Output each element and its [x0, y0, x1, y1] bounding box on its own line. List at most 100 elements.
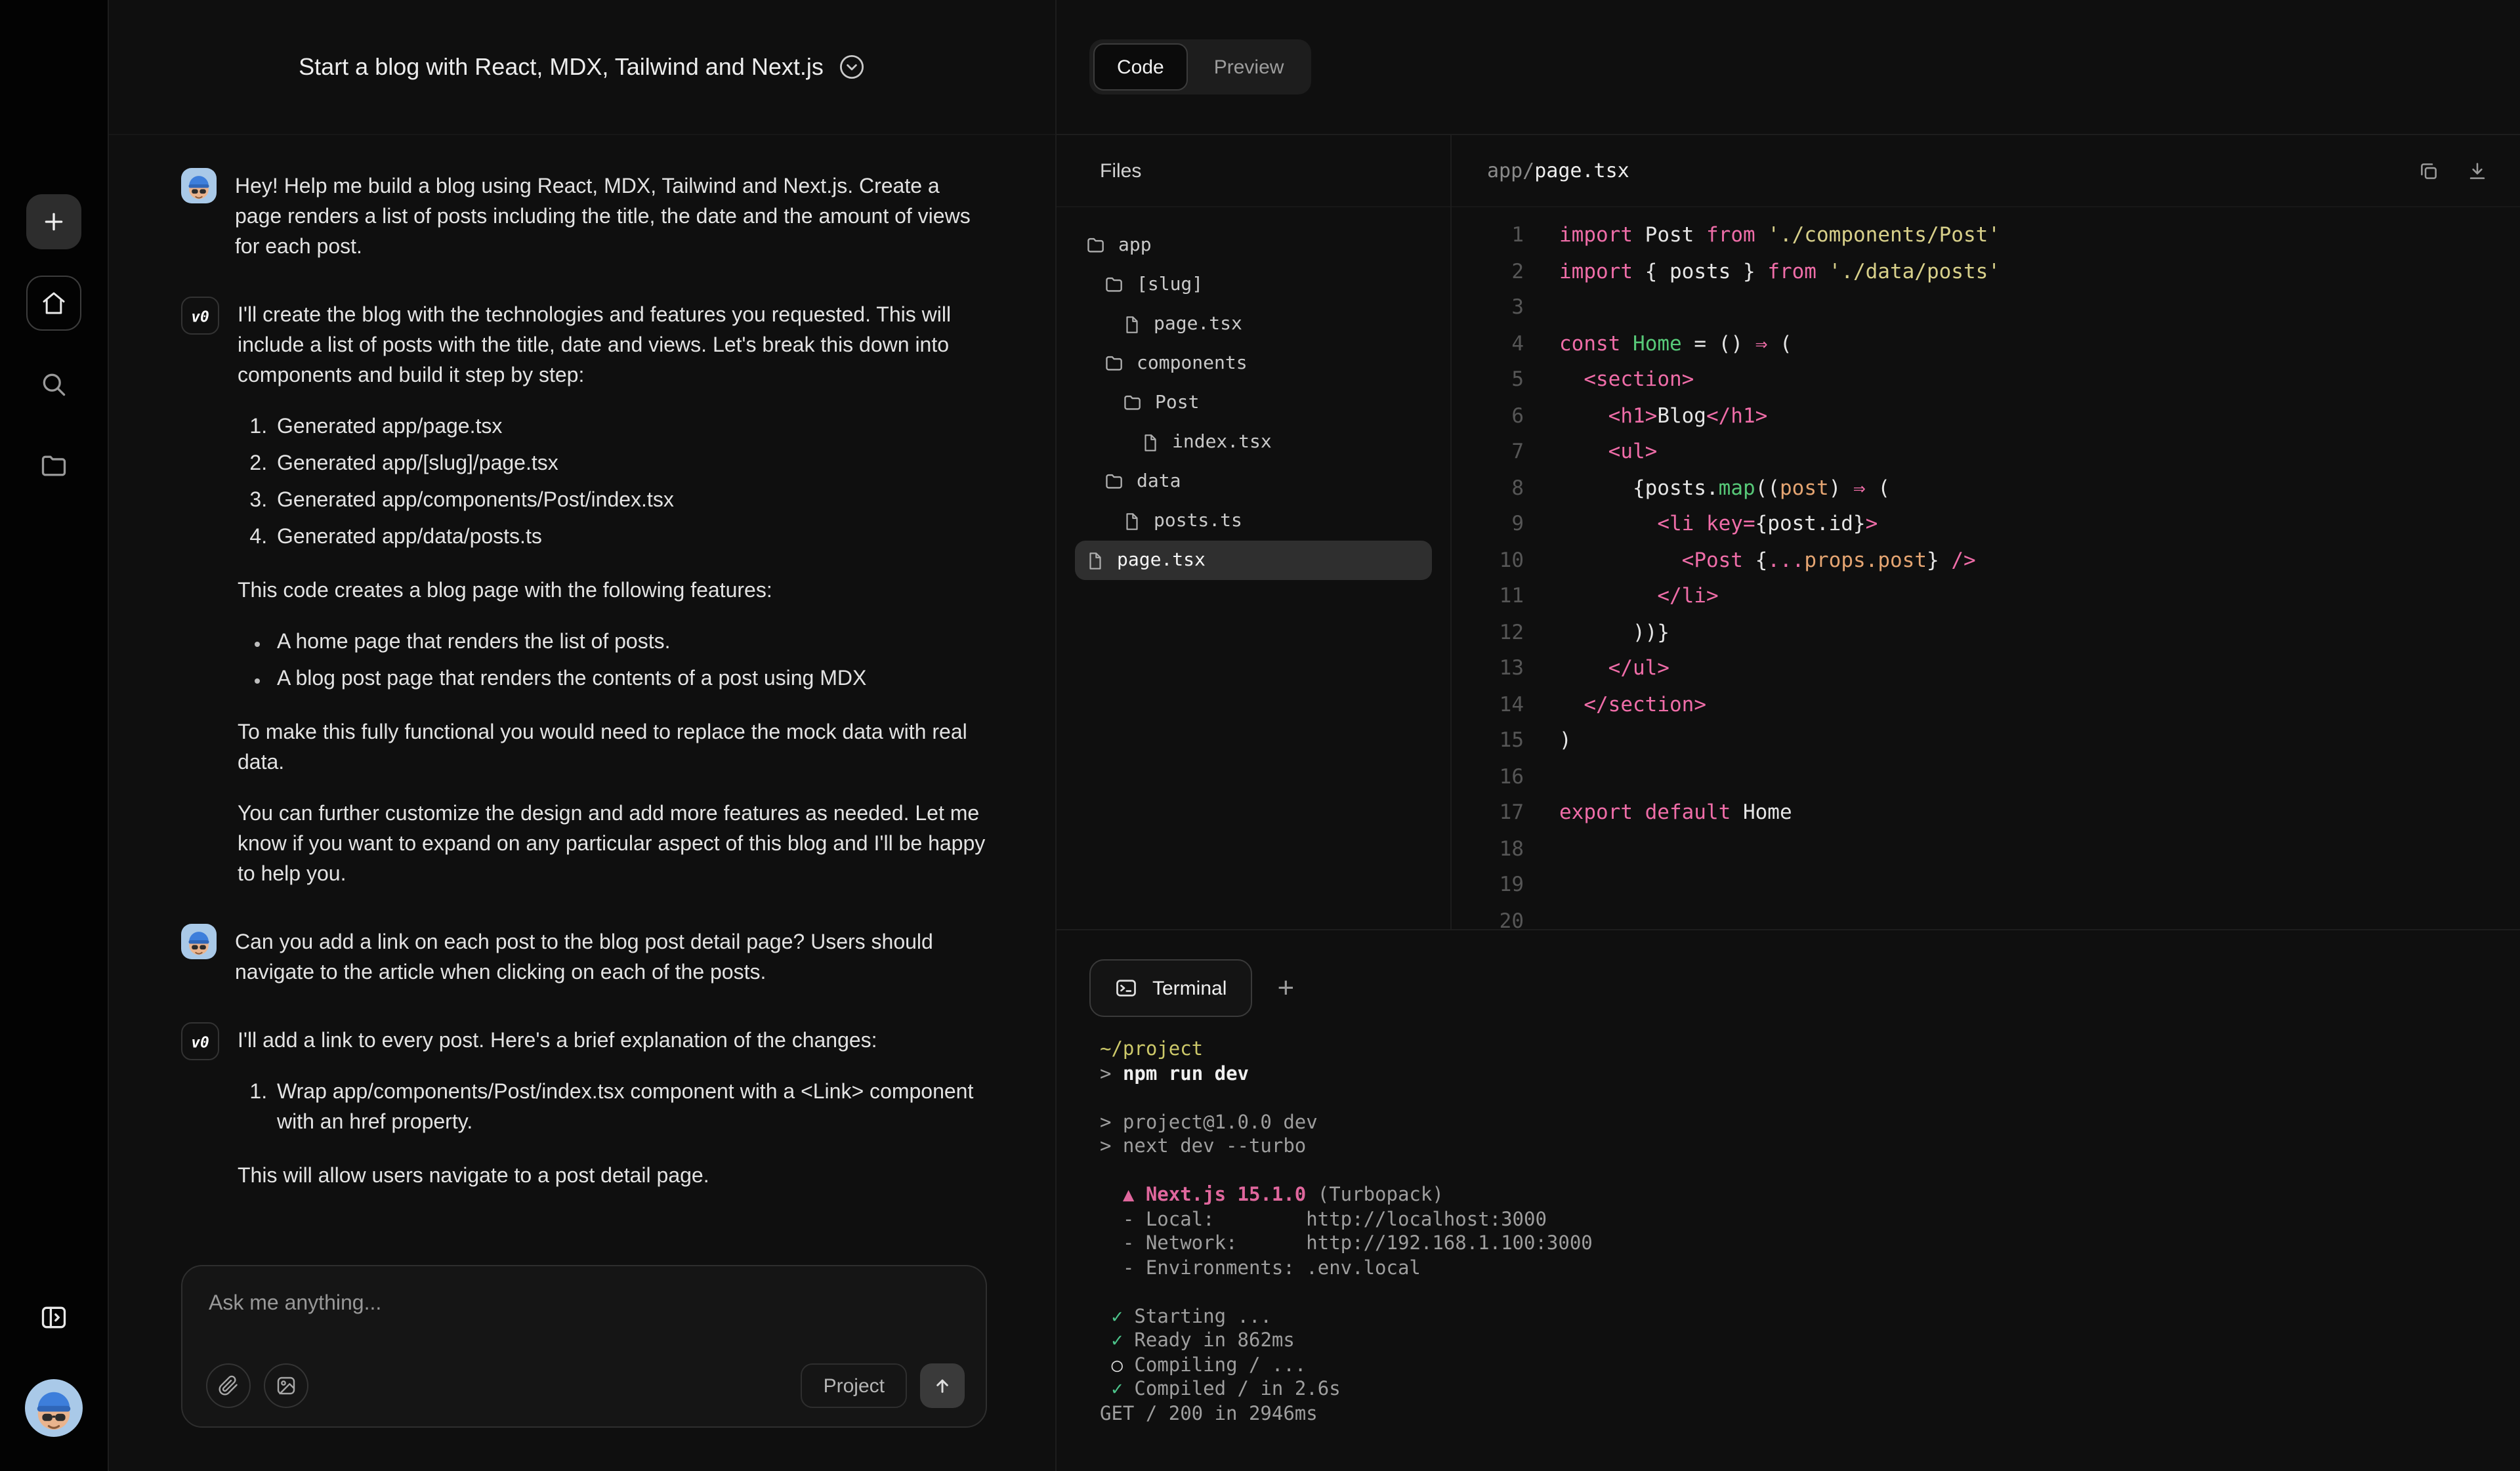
file-tree-item[interactable]: data: [1075, 462, 1432, 501]
code-line: 13 </ul>: [1452, 651, 2520, 687]
add-media-button[interactable]: [264, 1363, 308, 1408]
terminal-line: ▲ Next.js 15.1.0 (Turbopack): [1100, 1184, 2520, 1208]
download-icon: [2466, 159, 2488, 182]
file-tree-item[interactable]: page.tsx: [1075, 541, 1432, 580]
editor-panel: app/page.tsx 1import Post from './compon…: [1452, 135, 2520, 929]
tab-preview[interactable]: Preview: [1190, 43, 1308, 91]
toggle-panel-button[interactable]: [26, 1290, 81, 1345]
composer: Project: [181, 1265, 987, 1428]
tab-code[interactable]: Code: [1093, 43, 1188, 91]
file-tree-item[interactable]: Post: [1075, 383, 1432, 423]
terminal-line: ✓ Compiled / in 2.6s: [1100, 1378, 2520, 1402]
svg-text:v0: v0: [191, 1034, 209, 1051]
project-button[interactable]: Project: [801, 1363, 907, 1408]
line-number: 1: [1452, 218, 1524, 254]
file-tree-item[interactable]: index.tsx: [1075, 423, 1432, 462]
terminal-bar: Terminal +: [1057, 930, 2520, 1017]
file-tree-item[interactable]: app: [1075, 226, 1432, 265]
chat-header: Start a blog with React, MDX, Tailwind a…: [109, 0, 1055, 135]
message-list: Generated app/page.tsx Generated app/[slu…: [238, 412, 990, 552]
line-number: 5: [1452, 362, 1524, 398]
code-line: 14 </section>: [1452, 687, 2520, 723]
add-terminal-button[interactable]: +: [1259, 959, 1312, 1017]
folder-icon: [39, 451, 68, 480]
home-button[interactable]: [26, 276, 81, 331]
user-avatar: [181, 168, 217, 203]
message-list-item: Generated app/[slug]/page.tsx: [273, 449, 990, 479]
line-code: <ul>: [1524, 434, 1657, 470]
line-number: 10: [1452, 543, 1524, 579]
terminal-tab-label: Terminal: [1152, 977, 1227, 999]
line-number: 13: [1452, 651, 1524, 687]
send-button[interactable]: [920, 1363, 965, 1408]
terminal-line: ✓ Ready in 862ms: [1100, 1329, 2520, 1354]
message-paragraph: I'll create the blog with the technologi…: [238, 300, 990, 391]
terminal-line: GET / 200 in 2946ms: [1100, 1402, 2520, 1426]
file-name: app: [1118, 235, 1152, 256]
file-tree-item[interactable]: components: [1075, 344, 1432, 383]
left-rail: [0, 0, 109, 1471]
sidebar-toggle-icon: [39, 1303, 68, 1332]
new-chat-button[interactable]: [26, 194, 81, 249]
paperclip-icon: [218, 1375, 239, 1396]
line-code: </section>: [1524, 687, 1706, 723]
line-code: const Home = () ⇒ (: [1524, 326, 1792, 362]
copy-icon: [2418, 159, 2440, 182]
search-button[interactable]: [26, 357, 81, 412]
line-code: [1524, 867, 1559, 903]
message-list-item: A blog post page that renders the conten…: [273, 664, 990, 694]
file-icon: [1122, 511, 1142, 531]
file-name: data: [1137, 471, 1181, 492]
chat-message-user: Hey! Help me build a blog using React, M…: [181, 168, 990, 262]
message-list-item: Generated app/components/Post/index.tsx: [273, 486, 990, 516]
user-account-avatar[interactable]: [25, 1379, 83, 1437]
chat-title: Start a blog with React, MDX, Tailwind a…: [299, 53, 824, 81]
copy-code-button[interactable]: [2418, 159, 2440, 182]
download-code-button[interactable]: [2466, 159, 2488, 182]
code-line: 9 <li key={post.id}>: [1452, 507, 2520, 543]
memoji-avatar-icon: [181, 924, 217, 959]
message-paragraph: Can you add a link on each post to the b…: [235, 928, 990, 988]
files-button[interactable]: [26, 438, 81, 493]
line-code: {posts.map((post) ⇒ (: [1524, 470, 1890, 507]
chat-title-menu-button[interactable]: [839, 54, 866, 80]
file-tree-item[interactable]: posts.ts: [1075, 501, 1432, 541]
terminal-line: > project@1.0.0 dev: [1100, 1111, 2520, 1135]
line-code: [1524, 831, 1559, 867]
line-number: 19: [1452, 867, 1524, 903]
code-line: 17export default Home: [1452, 795, 2520, 831]
message-list-item: Generated app/page.tsx: [273, 412, 990, 442]
v0-logo-icon: v0: [184, 299, 217, 332]
chat-input[interactable]: [206, 1290, 967, 1316]
message-paragraph: To make this fully functional you would …: [238, 718, 990, 778]
chat-messages: Hey! Help me build a blog using React, M…: [109, 135, 1055, 1249]
line-number: 6: [1452, 398, 1524, 434]
file-name: Post: [1155, 392, 1199, 413]
line-number: 2: [1452, 254, 1524, 290]
file-name: [slug]: [1137, 274, 1203, 295]
attach-file-button[interactable]: [206, 1363, 251, 1408]
code-line: 8 {posts.map((post) ⇒ (: [1452, 470, 2520, 507]
terminal-line: ~/project: [1100, 1038, 2520, 1062]
folder-icon: [1104, 353, 1125, 374]
code-line: 5 <section>: [1452, 362, 2520, 398]
line-code: <Post {...props.post} />: [1524, 543, 1976, 579]
code-line: 4const Home = () ⇒ (: [1452, 326, 2520, 362]
message-paragraph: I'll add a link to every post. Here's a …: [238, 1026, 990, 1056]
line-code: </ul>: [1524, 651, 1670, 687]
composer-toolbar: Project: [206, 1363, 965, 1408]
line-code: export default Home: [1524, 795, 1792, 831]
message-paragraph: This code creates a blog page with the f…: [238, 576, 990, 606]
line-code: </li>: [1524, 579, 1719, 615]
file-tree-item[interactable]: page.tsx: [1075, 304, 1432, 344]
terminal-tab[interactable]: Terminal: [1089, 959, 1251, 1017]
message-list-item: A home page that renders the list of pos…: [273, 627, 990, 657]
file-name: index.tsx: [1172, 432, 1272, 453]
line-code: <h1>Blog</h1>: [1524, 398, 1767, 434]
code-line: 15): [1452, 723, 2520, 759]
code-line: 3: [1452, 290, 2520, 326]
line-code: ))}: [1524, 615, 1670, 651]
file-tree-item[interactable]: [slug]: [1075, 265, 1432, 304]
editor-header: app/page.tsx: [1452, 135, 2520, 207]
rail-bottom: [25, 1290, 83, 1437]
